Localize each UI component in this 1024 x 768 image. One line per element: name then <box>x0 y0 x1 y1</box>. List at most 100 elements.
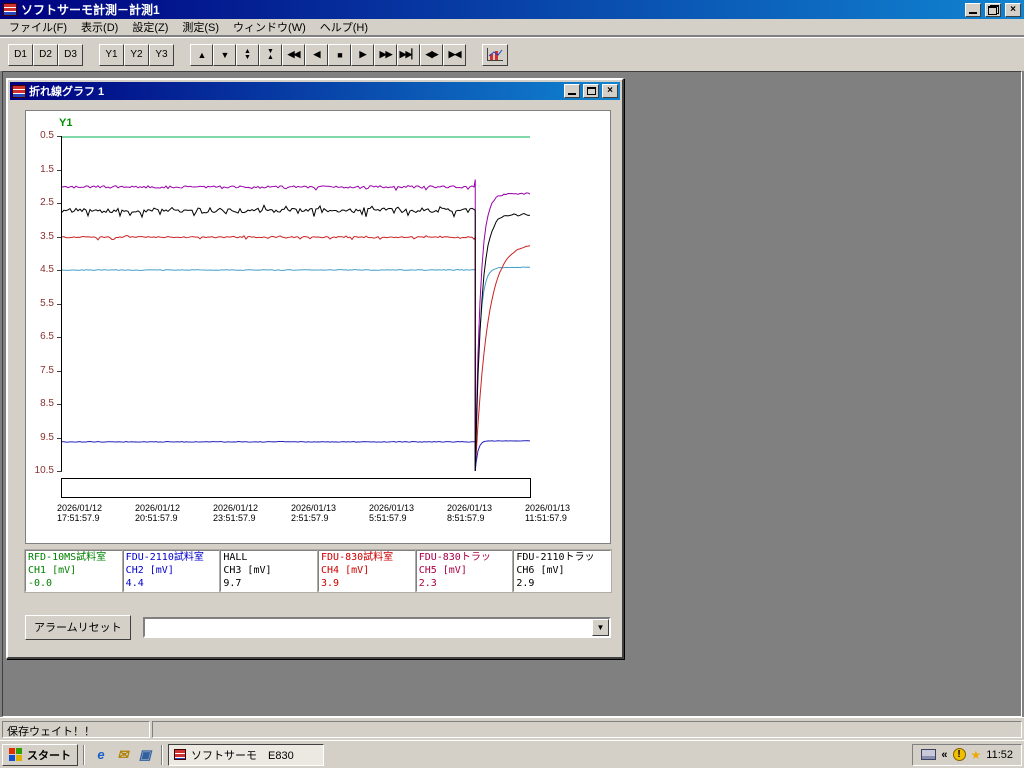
expand-horizontal-icon: ◀▶ <box>426 49 438 60</box>
skip-to-end-button[interactable]: ▶▶▏ <box>397 44 420 66</box>
graph-minimize-button[interactable] <box>564 84 580 98</box>
y-tick-label: 6.5 <box>26 331 54 343</box>
x-tick-label: 2026/01/1223:51:57.9 <box>213 503 293 523</box>
graph-window-icon <box>12 85 26 98</box>
graph-window-titlebar: 折れ線グラフ 1 × <box>10 82 620 100</box>
x-tick-label: 2026/01/135:51:57.9 <box>369 503 449 523</box>
axis-y2-button[interactable]: Y2 <box>124 44 149 66</box>
task-button-softthermo[interactable]: ソフトサーモ E830 <box>168 744 324 766</box>
scroll-up-button[interactable]: ▲ <box>190 44 213 66</box>
graph-button[interactable] <box>482 44 508 66</box>
windows-logo-icon <box>9 748 23 762</box>
restore-icon <box>988 5 999 15</box>
app-minimize-button[interactable] <box>965 3 981 17</box>
toolbar-nav-group: ▲▼▲▼▼▲◀◀◀■▶▶▶▶▶▏◀▶▶◀ <box>190 44 466 66</box>
y-tick-mark <box>57 471 62 472</box>
scroll-down-button[interactable]: ▼ <box>213 44 236 66</box>
chevron-down-icon: ▼ <box>597 623 605 632</box>
legend: RFD-10MS試料室CH1 [mV]-0.0FDU-2110試料室CH2 [m… <box>25 550 611 592</box>
toolbar-data-group: D1D2D3 <box>8 44 83 66</box>
show-desktop-icon[interactable]: ▣ <box>134 745 156 765</box>
step-forward-button[interactable]: ▶ <box>351 44 374 66</box>
chart-panel: Y1 0.51.52.53.54.55.56.57.58.59.510.5 20… <box>25 110 611 544</box>
alarm-reset-button[interactable]: アラームリセット <box>25 615 131 640</box>
menu-item[interactable]: ファイル(F) <box>2 18 74 36</box>
input-device-tray-icon[interactable] <box>921 749 936 760</box>
trace-svg <box>62 136 530 471</box>
x-tick-label: 2026/01/1220:51:57.9 <box>135 503 215 523</box>
mail-icon[interactable]: ✉ <box>112 745 134 765</box>
tray-collapse-chevron[interactable]: « <box>941 749 947 761</box>
time-scroll-box[interactable] <box>61 478 531 498</box>
fast-forward-icon: ▶▶ <box>380 49 392 60</box>
menu-item[interactable]: 設定(Z) <box>125 18 175 36</box>
graph-close-button[interactable]: × <box>602 84 618 98</box>
legend-cell-ch6: FDU-2110トラッCH6 [mV]2.9 <box>513 550 611 592</box>
stop-button[interactable]: ■ <box>328 44 351 66</box>
expand-horizontal-button[interactable]: ◀▶ <box>420 44 443 66</box>
start-button[interactable]: スタート <box>2 744 78 766</box>
skip-to-start-icon: ▶◀ <box>449 49 461 60</box>
compress-vertical-icon: ▲ <box>267 55 274 61</box>
data-d1-button[interactable]: D1 <box>8 44 33 66</box>
data-d2-button[interactable]: D2 <box>33 44 58 66</box>
toolbar-axis-group: Y1Y2Y3 <box>99 44 174 66</box>
menu-item[interactable]: ウィンドウ(W) <box>226 18 313 36</box>
y-tick-label: 7.5 <box>26 365 54 377</box>
scroll-down-icon: ▼ <box>221 50 229 60</box>
status-message-panel: 保存ウェイト！！ <box>2 721 150 738</box>
internet-explorer-icon[interactable]: e <box>90 745 112 765</box>
skip-to-start-button[interactable]: ▶◀ <box>443 44 466 66</box>
mdi-client-area: 折れ線グラフ 1 × Y1 0.51.52.53.54.55.56.57.58.… <box>2 71 1022 717</box>
trace-ch6 <box>62 205 530 471</box>
fast-rewind-button[interactable]: ◀◀ <box>282 44 305 66</box>
taskbar-divider <box>161 745 163 765</box>
toolbar: D1D2D3 Y1Y2Y3 ▲▼▲▼▼▲◀◀◀■▶▶▶▶▶▏◀▶▶◀ <box>0 37 1024 71</box>
step-back-button[interactable]: ◀ <box>305 44 328 66</box>
star-tray-icon[interactable]: ★ <box>971 749 982 761</box>
quick-launch: e✉▣ <box>90 745 156 765</box>
x-tick-label: 2026/01/1311:51:57.9 <box>525 503 605 523</box>
app-title: ソフトサーモ計測－計測1 <box>21 1 961 18</box>
legend-cell-ch5: FDU-830トラッCH5 [mV]2.3 <box>416 550 514 592</box>
menu-item[interactable]: ヘルプ(H) <box>313 18 375 36</box>
menu-item[interactable]: 表示(D) <box>74 18 125 36</box>
graph-maximize-button[interactable] <box>583 84 599 98</box>
x-tick-label: 2026/01/138:51:57.9 <box>447 503 527 523</box>
axis-y3-button[interactable]: Y3 <box>149 44 174 66</box>
step-forward-icon: ▶ <box>360 49 366 60</box>
y-tick-label: 2.5 <box>26 197 54 209</box>
maximize-icon <box>587 87 596 95</box>
step-back-icon: ◀ <box>314 49 320 60</box>
scroll-up-icon: ▲ <box>198 50 206 60</box>
combo-dropdown-button[interactable]: ▼ <box>592 619 609 636</box>
app-icon <box>3 3 17 16</box>
warning-tray-icon[interactable]: ! <box>953 748 966 761</box>
menu-bar: ファイル(F)表示(D)設定(Z)測定(S)ウィンドウ(W)ヘルプ(H) <box>0 19 1024 36</box>
task-label: ソフトサーモ E830 <box>191 747 294 763</box>
y-tick-label: 10.5 <box>26 465 54 477</box>
clock: 11:52 <box>986 749 1013 761</box>
expand-vertical-button[interactable]: ▲▼ <box>236 44 259 66</box>
data-d3-button[interactable]: D3 <box>58 44 83 66</box>
alarm-combo[interactable]: ▼ <box>143 617 611 638</box>
controls-row: アラームリセット ▼ <box>25 614 611 640</box>
fast-forward-button[interactable]: ▶▶ <box>374 44 397 66</box>
legend-cell-ch3: HALLCH3 [mV]9.7 <box>220 550 318 592</box>
legend-cell-ch2: FDU-2110試料室CH2 [mV]4.4 <box>123 550 221 592</box>
app-restore-button[interactable] <box>985 3 1001 17</box>
y-tick-label: 9.5 <box>26 432 54 444</box>
x-tick-label: 2026/01/132:51:57.9 <box>291 503 371 523</box>
minimize-icon <box>969 12 977 14</box>
combo-value <box>145 619 592 636</box>
app-titlebar: ソフトサーモ計測－計測1 × <box>0 0 1024 19</box>
y-tick-label: 4.5 <box>26 264 54 276</box>
expand-vertical-icon: ▼ <box>244 55 251 61</box>
compress-vertical-button[interactable]: ▼▲ <box>259 44 282 66</box>
axis-y1-button[interactable]: Y1 <box>99 44 124 66</box>
menu-item[interactable]: 測定(S) <box>175 18 226 36</box>
y-tick-label: 0.5 <box>26 130 54 142</box>
trace-ch5 <box>62 180 530 471</box>
app-window: ソフトサーモ計測－計測1 × ファイル(F)表示(D)設定(Z)測定(S)ウィン… <box>0 0 1024 768</box>
app-close-button[interactable]: × <box>1005 3 1021 17</box>
